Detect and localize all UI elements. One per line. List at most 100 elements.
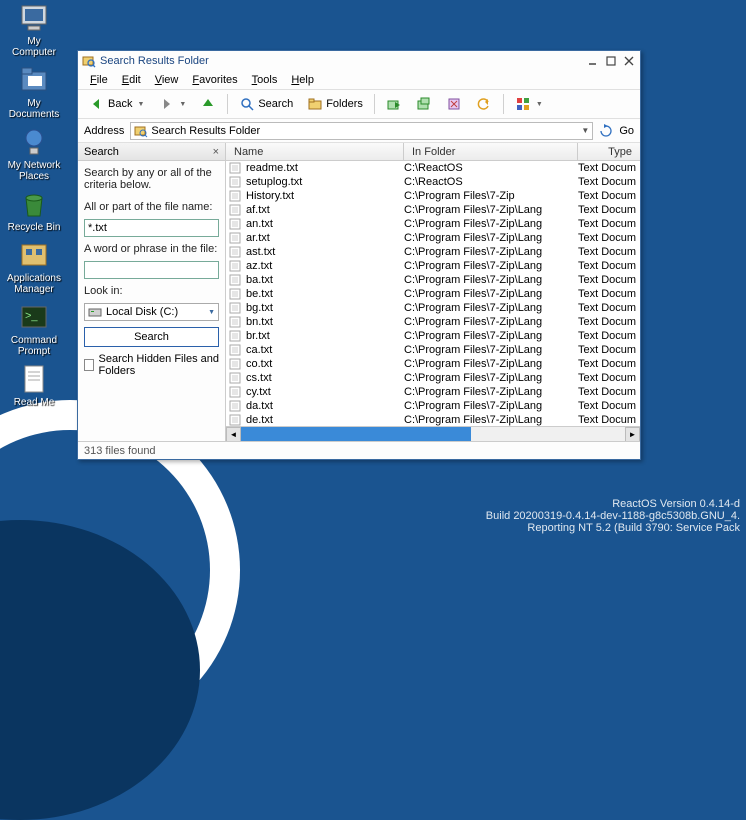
window-title: Search Results Folder	[100, 55, 582, 67]
row-type: Text Docum	[578, 162, 640, 174]
menu-tools[interactable]: Tools	[246, 73, 284, 87]
menu-help[interactable]: Help	[285, 73, 320, 87]
chevron-down-icon[interactable]: ▼	[581, 126, 589, 135]
phrase-input[interactable]	[84, 261, 219, 279]
titlebar[interactable]: Search Results Folder	[78, 51, 640, 71]
forward-arrow-icon	[158, 96, 174, 112]
row-folder: C:\Program Files\7-Zip\Lang	[404, 274, 578, 286]
text-file-icon	[228, 245, 242, 259]
row-type: Text Docum	[578, 288, 640, 300]
lookin-select[interactable]: Local Disk (C:) ▼	[84, 303, 219, 321]
go-button[interactable]: Go	[619, 125, 634, 137]
row-folder: C:\ReactOS	[404, 176, 578, 188]
menu-file[interactable]: File	[84, 73, 114, 87]
table-row[interactable]: co.txtC:\Program Files\7-Zip\LangText Do…	[226, 357, 640, 371]
undo-icon	[476, 96, 492, 112]
table-row[interactable]: af.txtC:\Program Files\7-Zip\LangText Do…	[226, 203, 640, 217]
desktop-icon-label: My Computer	[12, 36, 56, 58]
row-type: Text Docum	[578, 372, 640, 384]
table-row[interactable]: ba.txtC:\Program Files\7-Zip\LangText Do…	[226, 273, 640, 287]
forward-button[interactable]: ▼	[153, 92, 191, 116]
row-name: af.txt	[246, 204, 404, 216]
table-row[interactable]: cs.txtC:\Program Files\7-Zip\LangText Do…	[226, 371, 640, 385]
address-field[interactable]: Search Results Folder ▼	[130, 122, 593, 140]
views-button[interactable]: ▼	[510, 92, 548, 116]
row-type: Text Docum	[578, 316, 640, 328]
scroll-thumb[interactable]	[241, 427, 471, 442]
folders-icon	[307, 96, 323, 112]
undo-button[interactable]	[471, 92, 497, 116]
text-file-icon	[228, 399, 242, 413]
delete-icon	[446, 96, 462, 112]
back-arrow-icon	[89, 96, 105, 112]
copy-to-button[interactable]	[411, 92, 437, 116]
desktop-icon-command-prompt[interactable]: >_Command Prompt	[6, 301, 62, 357]
desktop-icon-applications-manager[interactable]: Applications Manager	[6, 239, 62, 295]
column-headers: Name In Folder Type	[226, 143, 640, 161]
row-name: bg.txt	[246, 302, 404, 314]
column-header-folder[interactable]: In Folder	[404, 143, 578, 160]
maximize-button[interactable]	[604, 54, 618, 68]
table-row[interactable]: an.txtC:\Program Files\7-Zip\LangText Do…	[226, 217, 640, 231]
delete-button[interactable]	[441, 92, 467, 116]
menu-view[interactable]: View	[149, 73, 185, 87]
row-type: Text Docum	[578, 190, 640, 202]
table-row[interactable]: ast.txtC:\Program Files\7-Zip\LangText D…	[226, 245, 640, 259]
table-row[interactable]: History.txtC:\Program Files\7-ZipText Do…	[226, 189, 640, 203]
table-row[interactable]: da.txtC:\Program Files\7-Zip\LangText Do…	[226, 399, 640, 413]
read-me-icon	[18, 363, 50, 395]
table-row[interactable]: bg.txtC:\Program Files\7-Zip\LangText Do…	[226, 301, 640, 315]
move-to-button[interactable]	[381, 92, 407, 116]
refresh-icon[interactable]	[599, 124, 613, 138]
up-button[interactable]	[195, 92, 221, 116]
close-button[interactable]	[622, 54, 636, 68]
filename-input[interactable]	[84, 219, 219, 237]
menu-edit[interactable]: Edit	[116, 73, 147, 87]
table-row[interactable]: cy.txtC:\Program Files\7-Zip\LangText Do…	[226, 385, 640, 399]
desktop-icon-read-me[interactable]: Read Me	[6, 363, 62, 408]
table-row[interactable]: de.txtC:\Program Files\7-Zip\LangText Do…	[226, 413, 640, 426]
scroll-left-arrow[interactable]: ◄	[226, 427, 241, 442]
addressbar-label: Address	[84, 125, 124, 137]
desktop-icon-my-computer[interactable]: My Computer	[6, 2, 62, 58]
column-header-type[interactable]: Type	[578, 143, 640, 160]
search-button[interactable]: Search	[84, 327, 219, 347]
row-folder: C:\Program Files\7-Zip\Lang	[404, 372, 578, 384]
menu-favorites[interactable]: Favorites	[186, 73, 243, 87]
hidden-files-checkbox-row[interactable]: Search Hidden Files and Folders	[84, 353, 219, 377]
row-folder: C:\Program Files\7-Zip\Lang	[404, 204, 578, 216]
hidden-files-label: Search Hidden Files and Folders	[99, 353, 219, 377]
column-header-name[interactable]: Name	[226, 143, 404, 160]
scroll-right-arrow[interactable]: ►	[625, 427, 640, 442]
horizontal-scrollbar[interactable]: ◄ ►	[226, 426, 640, 441]
scroll-track[interactable]	[241, 427, 625, 442]
text-file-icon	[228, 413, 242, 426]
desktop-icon-my-documents[interactable]: My Documents	[6, 64, 62, 120]
table-row[interactable]: readme.txtC:\ReactOSText Docum	[226, 161, 640, 175]
table-row[interactable]: be.txtC:\Program Files\7-Zip\LangText Do…	[226, 287, 640, 301]
table-row[interactable]: bn.txtC:\Program Files\7-Zip\LangText Do…	[226, 315, 640, 329]
svg-text:>_: >_	[25, 310, 38, 322]
folders-toolbar-button[interactable]: Folders	[302, 92, 368, 116]
desktop-icon-my-network-places[interactable]: My Network Places	[6, 126, 62, 182]
minimize-button[interactable]	[586, 54, 600, 68]
up-arrow-icon	[200, 96, 216, 112]
menubar: FileEditViewFavoritesToolsHelp	[78, 71, 640, 89]
checkbox-icon[interactable]	[84, 359, 94, 371]
text-file-icon	[228, 385, 242, 399]
back-button[interactable]: Back ▼	[84, 92, 149, 116]
row-name: cy.txt	[246, 386, 404, 398]
table-row[interactable]: ar.txtC:\Program Files\7-Zip\LangText Do…	[226, 231, 640, 245]
table-row[interactable]: br.txtC:\Program Files\7-Zip\LangText Do…	[226, 329, 640, 343]
text-file-icon	[228, 189, 242, 203]
desktop-icon-recycle-bin[interactable]: Recycle Bin	[6, 188, 62, 233]
close-icon[interactable]: ×	[213, 146, 219, 158]
table-row[interactable]: ca.txtC:\Program Files\7-Zip\LangText Do…	[226, 343, 640, 357]
table-row[interactable]: setuplog.txtC:\ReactOSText Docum	[226, 175, 640, 189]
row-type: Text Docum	[578, 302, 640, 314]
search-toolbar-button[interactable]: Search	[234, 92, 298, 116]
table-row[interactable]: az.txtC:\Program Files\7-Zip\LangText Do…	[226, 259, 640, 273]
chevron-down-icon: ▼	[536, 101, 543, 108]
row-name: de.txt	[246, 414, 404, 426]
row-name: az.txt	[246, 260, 404, 272]
